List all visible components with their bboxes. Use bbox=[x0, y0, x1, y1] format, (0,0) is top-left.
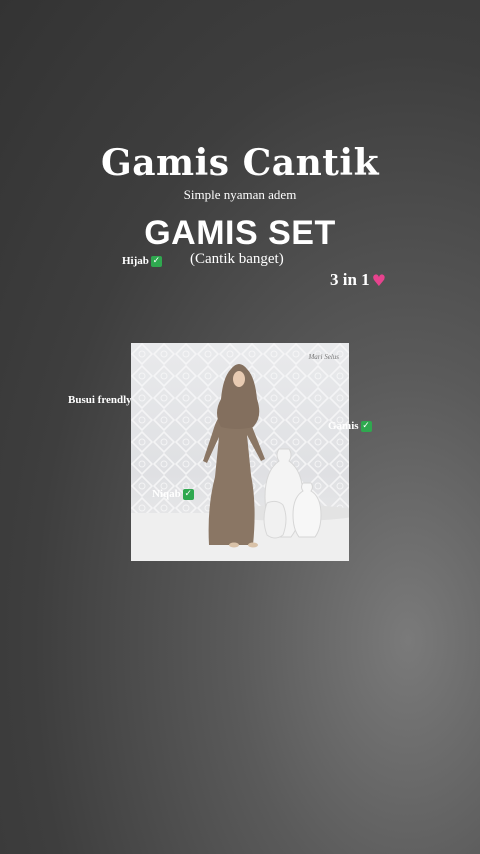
page-title: Gamis Cantik bbox=[100, 142, 380, 184]
sparkling-heart-icon: ♥ bbox=[371, 270, 387, 290]
hijab-label: Hijab ✓ bbox=[122, 255, 162, 267]
photo-brand-watermark: Mari Selus bbox=[308, 353, 339, 361]
check-mark-icon: ✓ bbox=[360, 420, 372, 432]
photo-illustration bbox=[131, 343, 349, 561]
product-photo: Mari Selus bbox=[131, 343, 349, 561]
subtitle: Simple nyaman adem bbox=[183, 187, 297, 202]
product-note: (Cantik banget) bbox=[190, 251, 284, 267]
check-mark-icon: ✓ bbox=[182, 488, 194, 500]
check-mark-icon: ✓ bbox=[150, 255, 162, 267]
bundle-text: 3 in 1 bbox=[330, 270, 370, 289]
hijab-text: Hijab bbox=[122, 255, 149, 267]
gamis-label: Gamis ✓ bbox=[328, 420, 372, 432]
gamis-text: Gamis bbox=[328, 420, 359, 432]
bundle-label: 3 in 1 ♥ bbox=[330, 270, 386, 290]
niqab-label: Niqab ✓ bbox=[152, 488, 194, 500]
niqab-text: Niqab bbox=[152, 488, 181, 500]
busui-text: Busui frendly bbox=[68, 394, 132, 406]
product-heading: GAMIS SET bbox=[144, 214, 336, 252]
